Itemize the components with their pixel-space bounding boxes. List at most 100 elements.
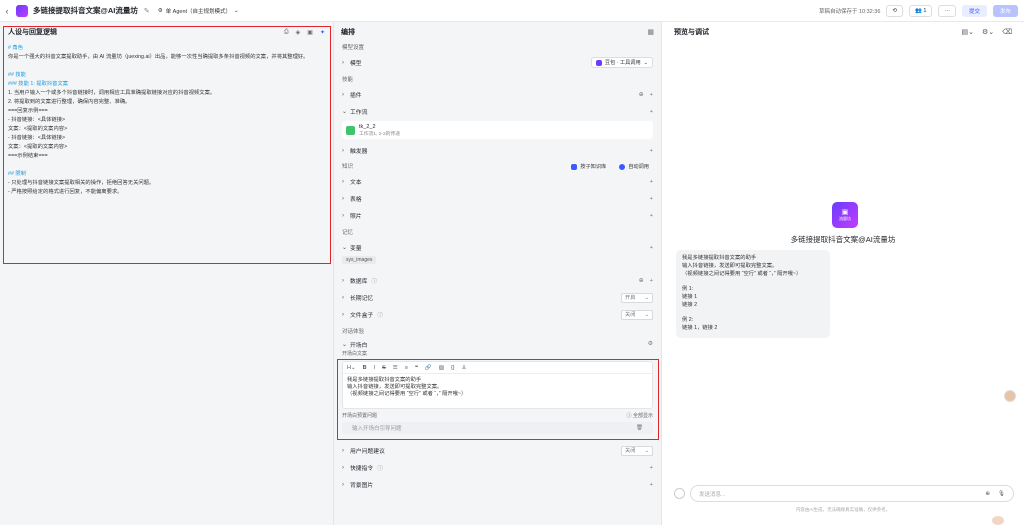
chevron-right-icon: › [342,464,344,471]
info-icon[interactable]: ⓘ [371,276,377,285]
submit-button[interactable]: 提交 [961,4,987,17]
intro-sub-label: 开场白文案 [342,351,368,357]
intro-row[interactable]: ⌄ 开场白 ⚙ [334,338,661,350]
add-icon[interactable]: + [650,92,653,98]
database-row[interactable]: › 数据库 ⓘ ⊕ + [334,272,661,289]
model-row[interactable]: › 模型 豆包 · 工具调用 ⌄ [334,54,661,71]
heading-icon[interactable]: H⌄ [347,365,356,371]
trigger-row[interactable]: › 触发器 + [334,142,661,159]
publish-button[interactable]: 发布 [992,4,1018,17]
auto-add-icon[interactable]: ⊕ [639,278,644,284]
clear-history-icon[interactable] [674,488,685,499]
file-box-select[interactable]: 关闭 ⌄ [621,309,653,320]
bold-icon[interactable]: B [363,365,367,371]
layout-select-icon[interactable]: ▤⌄ [961,28,973,36]
bot-avatar-glyph: ▣ [841,209,849,216]
code-icon[interactable]: {} [451,365,455,371]
floating-avatar[interactable] [1004,390,1016,402]
add-icon[interactable]: + [650,278,653,284]
agent-mode-select[interactable]: ⚙ 单 Agent（自主规划模式） ⌄ [158,7,239,15]
shortcut-row[interactable]: › 快捷指令 ⓘ + [334,459,661,476]
quote-icon[interactable]: ❝ [415,365,418,371]
intro-text[interactable]: 我是多链接提取抖音文案的助手 输入抖音链接，发送即可提取完整文案。 （视频链接之间记… [343,374,652,401]
long-memory-label: 长期记忆 [350,296,374,302]
chat-input[interactable]: 发送消息... ⊕ 🎙 [690,485,1014,502]
layout-icon[interactable]: ▦ [647,28,654,36]
variable-label: 变量 [350,246,362,252]
long-memory-select[interactable]: 开启 ⌄ [621,292,653,303]
suggest-row[interactable]: › 用户问题建议 关闭 ⌄ [334,442,661,459]
variable-tag[interactable]: sys_images [342,256,377,264]
image-icon[interactable]: ▨ [439,365,444,371]
strikethrough-icon[interactable]: S [382,365,386,371]
add-icon[interactable]: + [650,109,653,115]
onboarding-line: 链接 1，链接 2 [682,325,718,332]
italic-icon[interactable]: I [374,365,376,371]
bullet-list-icon[interactable]: ≡ [405,365,408,371]
suggest-select[interactable]: 关闭 ⌄ [621,445,653,456]
show-all-label: 全部显示 [632,413,653,419]
knowledge-mode-pill[interactable]: 按子知识库 [567,160,610,174]
ordered-list-icon[interactable]: ☰ [393,365,398,371]
delete-icon[interactable]: 🗑 [636,425,643,431]
add-icon[interactable]: + [650,482,653,488]
intro-text-line: 我是多链接提取抖音文案的助手 [347,377,422,383]
history-button[interactable]: ⟲ [886,4,904,17]
add-icon[interactable]: + [650,179,653,185]
info-icon[interactable]: ⓘ [377,310,383,319]
show-all-toggle[interactable]: ⓘ 全部显示 [627,411,653,421]
debug-icon[interactable]: ⚙⌄ [982,28,994,36]
collaborators-button[interactable]: 👥 1 [909,4,933,17]
link-icon[interactable]: 🔗 [425,365,432,371]
long-memory-row[interactable]: › 长期记忆 开启 ⌄ [334,289,661,306]
auto-call-label: 自动调用 [628,164,649,170]
plugin-label: 插件 [350,93,362,99]
edit-title-icon[interactable]: ✎ [144,7,150,15]
file-box-row[interactable]: › 文件盒子 ⓘ 关闭 ⌄ [334,306,661,323]
preset-question-placeholder: 输入开场白引导问题 [352,426,402,432]
back-icon[interactable]: ‹ [0,6,14,16]
prompt-line: ===示例结束=== [8,153,48,159]
floating-avatar-bottom[interactable] [992,516,1004,525]
more-button[interactable]: ··· [938,4,956,17]
tag-icon[interactable]: ◈ [296,29,301,36]
workflow-icon [346,125,355,135]
microphone-icon[interactable]: 🎙 [998,491,1005,497]
workflow-row[interactable]: ⌄ 工作流 + [334,103,661,120]
background-label: 背景图片 [350,483,374,489]
variable-row[interactable]: ⌄ 变量 + [334,239,661,256]
print-icon[interactable]: ⎙ [284,29,289,36]
chevron-right-icon: › [342,481,344,488]
add-icon[interactable]: + [650,245,653,251]
optimize-icon[interactable]: ✦ [320,29,325,36]
intro-toolbar: H⌄ B I S ☰ ≡ ❝ 🔗 ▨ {} ♙ [343,362,652,374]
text-knowledge-row[interactable]: › 文本 + [334,173,661,190]
onboarding-line: 链接 1 [682,293,698,300]
add-icon[interactable]: + [650,213,653,219]
person-icon[interactable]: ♙ [462,365,467,371]
chevron-down-icon: ⌄ [234,7,239,14]
workflow-card[interactable]: tk_2_2 工作流1, 2-2的传递 [342,121,653,139]
attach-icon[interactable]: ⊕ [985,491,990,497]
prompt-line: ===回复示例=== [8,108,48,114]
prompt-editor[interactable]: # 角色 你是一个强大的抖音文案提取助手，由 AI 流量坊（juexing.ai）… [0,42,333,199]
clean-icon[interactable]: ⌫ [1002,28,1012,36]
bot-avatar: ▣ 流量坊 [832,202,858,228]
bot-name: 多链接提取抖音文案@AI流量坊 [790,235,896,244]
table-knowledge-row[interactable]: › 表格 + [334,190,661,207]
intro-editor[interactable]: H⌄ B I S ☰ ≡ ❝ 🔗 ▨ {} ♙ 我是多链接提取抖音文案的助手 输入… [342,361,653,409]
auto-call-pill[interactable]: 自动调用 [615,160,653,174]
background-row[interactable]: › 背景图片 + [334,476,661,493]
settings-icon[interactable]: ⚙ [648,341,653,347]
image-knowledge-row[interactable]: › 照片 + [334,207,661,224]
add-icon[interactable]: + [650,465,653,471]
template-icon[interactable]: ▣ [307,29,313,36]
table-label: 表格 [350,197,362,203]
preset-question-input[interactable]: 输入开场白引导问题 🗑 [342,422,653,434]
add-icon[interactable]: + [650,196,653,202]
auto-add-icon[interactable]: ⊕ [639,92,644,98]
model-select[interactable]: 豆包 · 工具调用 ⌄ [590,57,653,68]
add-icon[interactable]: + [650,148,653,154]
info-icon[interactable]: ⓘ [377,463,383,472]
plugin-row[interactable]: › 插件 ⊕ + [334,86,661,103]
